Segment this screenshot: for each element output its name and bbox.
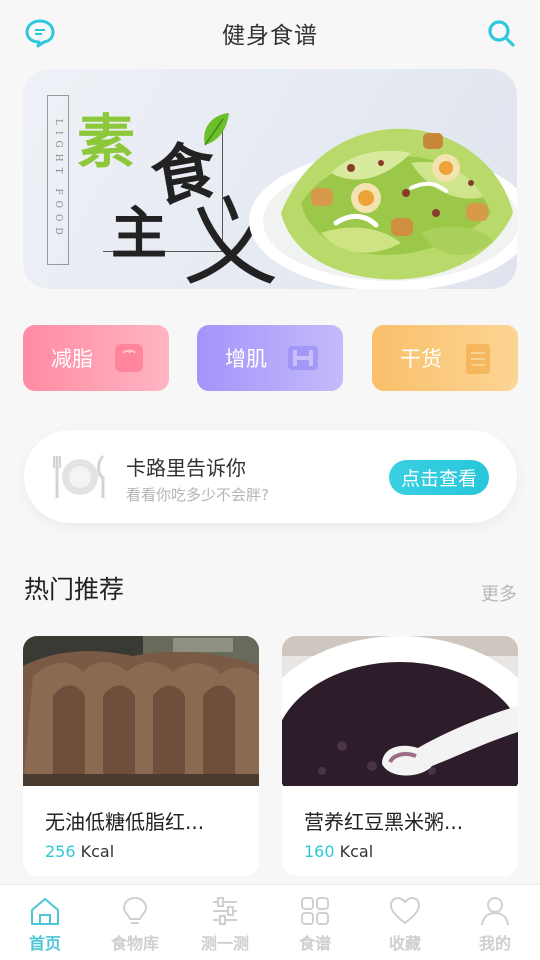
home-icon [31, 898, 59, 925]
top-bar: 健身食谱 [0, 0, 540, 66]
recipe-kcal-unit: Kcal [80, 842, 115, 861]
recipe-kcal-unit: Kcal [339, 842, 374, 861]
nav-label: 食物库 [110, 934, 159, 953]
category-muscle-gain-button[interactable]: 增肌 [197, 325, 343, 391]
lightbulb-icon [122, 896, 148, 924]
view-calories-button[interactable]: 点击查看 [389, 460, 489, 495]
nav-item-favorites[interactable]: 收藏 [360, 885, 450, 960]
app-screen: 健身食谱 LIGHT FOOD 素 主 食 义 减脂 增肌 干货 卡路里告诉你 … [0, 0, 540, 960]
recipe-name: 无油低糖低脂红... [45, 810, 205, 834]
promo-banner[interactable]: LIGHT FOOD 素 主 食 义 [23, 69, 517, 289]
nav-label: 食谱 [298, 934, 331, 953]
nav-label: 我的 [478, 934, 511, 953]
recipe-card[interactable]: 营养红豆黑米粥... 160 Kcal [282, 636, 518, 876]
plate-cutlery-icon [53, 454, 105, 498]
nav-item-test[interactable]: 测一测 [180, 885, 270, 960]
nav-label: 测一测 [200, 934, 249, 953]
salad-image [249, 128, 517, 289]
recipe-calories: 256 Kcal [45, 842, 114, 861]
recipe-kcal-value: 256 [45, 842, 76, 861]
recipe-calories: 160 Kcal [304, 842, 373, 861]
heart-icon [389, 896, 421, 925]
nav-label: 首页 [28, 934, 61, 953]
scale-icon [115, 344, 143, 372]
nav-item-home[interactable]: 首页 [0, 885, 90, 960]
category-tips-button[interactable]: 干货 [372, 325, 518, 391]
recipe-image-porridge [282, 636, 518, 786]
user-icon [481, 897, 509, 926]
calorie-card-title: 卡路里告诉你 [126, 456, 246, 480]
category-label: 干货 [400, 347, 442, 371]
bottom-nav: 首页 食物库 测一测 食谱 收藏 我的 [0, 884, 540, 960]
chat-bubble-icon[interactable] [24, 18, 56, 48]
notepad-icon [466, 344, 490, 374]
banner-vertical-label: LIGHT FOOD [47, 95, 69, 265]
banner-char-1: 素 [77, 108, 136, 176]
nav-item-profile[interactable]: 我的 [450, 885, 540, 960]
nav-item-food-library[interactable]: 食物库 [90, 885, 180, 960]
page-title: 健身食谱 [222, 23, 318, 49]
more-link[interactable]: 更多 [481, 580, 517, 606]
category-fat-loss-button[interactable]: 减脂 [23, 325, 169, 391]
dumbbell-icon [288, 346, 318, 370]
recipe-name: 营养红豆黑米粥... [304, 810, 464, 834]
grid-icon [301, 897, 329, 925]
category-label: 减脂 [51, 347, 93, 371]
recipe-image-cake [23, 636, 259, 786]
category-label: 增肌 [225, 347, 267, 371]
search-icon[interactable] [486, 18, 516, 48]
nav-item-recipes[interactable]: 食谱 [270, 885, 360, 960]
nav-label: 收藏 [388, 934, 421, 953]
hot-section-title: 热门推荐 [24, 575, 125, 604]
recipe-kcal-value: 160 [304, 842, 335, 861]
sliders-icon [213, 897, 237, 925]
calorie-card-subtitle: 看看你吃多少不会胖? [126, 486, 269, 504]
recipe-card[interactable]: 无油低糖低脂红... 256 Kcal [23, 636, 259, 876]
leaf-icon [204, 113, 229, 146]
calorie-card[interactable]: 卡路里告诉你 看看你吃多少不会胖? 点击查看 [24, 430, 517, 523]
